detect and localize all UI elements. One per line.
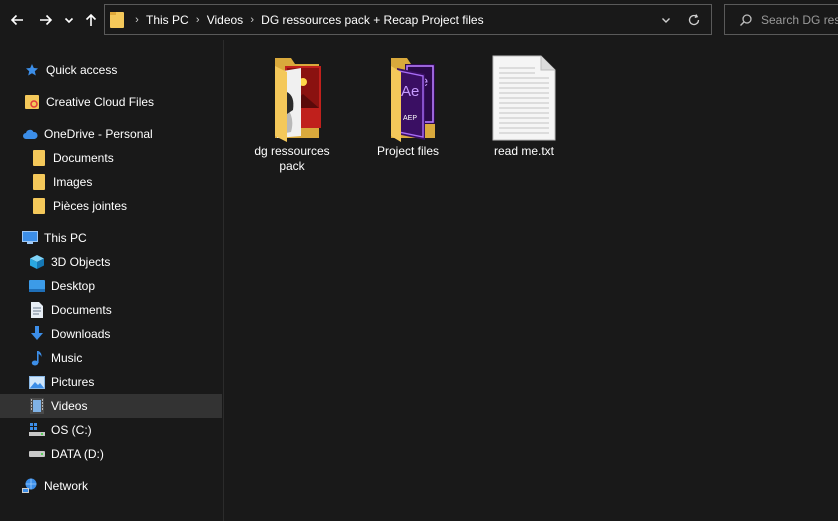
up-button[interactable] (80, 8, 102, 32)
sidebar-item-3d-objects[interactable]: 3D Objects (0, 250, 222, 274)
monitor-icon (22, 230, 38, 246)
sidebar-item-label: Music (51, 351, 83, 365)
chevron-right-icon[interactable]: › (189, 14, 207, 26)
sidebar-item-network[interactable]: Network (0, 474, 222, 498)
sidebar-item-label: OneDrive - Personal (44, 127, 153, 141)
sidebar-item-label: Desktop (51, 279, 96, 293)
folder-icon (110, 11, 124, 29)
picture-icon (29, 374, 45, 390)
sidebar-item-label: Creative Cloud Files (46, 95, 155, 109)
after-effects-folder-icon: Ae Ae AEP (373, 54, 443, 142)
svg-text:AEP: AEP (403, 115, 417, 122)
file-item-label: dg ressources pack (254, 144, 330, 173)
folder-icon (31, 174, 47, 190)
sidebar-item-label: Pictures (51, 375, 95, 389)
chevron-right-icon[interactable]: › (243, 14, 261, 26)
sidebar-item-onedrive-pieces-jointes[interactable]: Pièces jointes (0, 194, 222, 218)
windows-drive-icon (29, 422, 45, 438)
sidebar-item-onedrive[interactable]: OneDrive - Personal (0, 122, 222, 146)
sidebar-item-label: Documents (51, 303, 112, 317)
file-item-dg-ressources-pack[interactable]: dg ressources pack (242, 54, 342, 174)
arrow-right-icon (40, 14, 53, 26)
breadcrumb-videos[interactable]: Videos (207, 13, 243, 27)
navigation-pane: Quick access Creative Cloud Files OneDri… (0, 40, 224, 521)
svg-text:Ae: Ae (401, 83, 419, 100)
folder-preview-icon (257, 54, 327, 142)
sidebar-item-data-d[interactable]: DATA (D:) (0, 442, 222, 466)
file-item-label: read me.txt (493, 144, 555, 158)
cloud-icon (22, 126, 38, 142)
chevron-down-icon (64, 17, 74, 24)
drive-icon (29, 446, 45, 462)
sidebar-item-pictures[interactable]: Pictures (0, 370, 222, 394)
sidebar-item-label: Images (53, 175, 93, 189)
arrow-up-icon (85, 13, 97, 26)
sidebar-item-desktop[interactable]: Desktop (0, 274, 222, 298)
sidebar-item-label: OS (C:) (51, 423, 92, 437)
sidebar-item-creative-cloud-files[interactable]: Creative Cloud Files (0, 90, 222, 114)
file-list: dg ressources pack Ae Ae AEP Project fil… (225, 40, 838, 521)
folder-icon (31, 198, 47, 214)
sidebar-item-label: DATA (D:) (51, 447, 104, 461)
sidebar-item-quick-access[interactable]: Quick access (0, 58, 222, 82)
download-icon (29, 326, 45, 342)
sidebar-item-label: Documents (53, 151, 114, 165)
desktop-icon (29, 278, 45, 294)
recent-locations-button[interactable] (59, 8, 79, 32)
address-bar[interactable]: › This PC › Videos › DG ressources pack … (104, 4, 712, 35)
sidebar-item-label: Network (44, 479, 89, 493)
document-icon (29, 302, 45, 318)
sidebar-item-label: Quick access (46, 63, 118, 77)
sidebar-item-label: Downloads (51, 327, 111, 341)
text-file-icon (489, 54, 559, 142)
search-box[interactable]: Search DG ressources pack + Recap Projec… (724, 4, 838, 35)
sidebar-item-label: Videos (51, 399, 88, 413)
breadcrumb-current-folder[interactable]: DG ressources pack + Recap Project files (261, 13, 483, 27)
sidebar-item-label: 3D Objects (51, 255, 111, 269)
search-input[interactable]: Search DG ressources pack + Recap Projec… (761, 13, 838, 27)
file-item-project-files[interactable]: Ae Ae AEP Project files (358, 54, 458, 159)
file-item-label: Project files (376, 144, 440, 158)
creative-cloud-folder-icon (24, 94, 40, 110)
breadcrumb: › This PC › Videos › DG ressources pack … (128, 5, 483, 34)
sidebar-item-label: Pièces jointes (53, 199, 128, 213)
arrow-left-icon (10, 14, 23, 26)
search-icon (740, 13, 752, 26)
sidebar-item-music[interactable]: Music (0, 346, 222, 370)
sidebar-item-onedrive-images[interactable]: Images (0, 170, 222, 194)
chevron-down-icon (662, 18, 670, 23)
sidebar-item-this-pc[interactable]: This PC (0, 226, 222, 250)
sidebar-item-label: This PC (44, 231, 87, 245)
sidebar-item-downloads[interactable]: Downloads (0, 322, 222, 346)
cube-icon (29, 254, 45, 270)
address-history-button[interactable] (657, 11, 675, 29)
refresh-button[interactable] (685, 11, 703, 29)
forward-button[interactable] (35, 8, 57, 32)
file-item-read-me-txt[interactable]: read me.txt (474, 54, 574, 159)
chevron-right-icon[interactable]: › (128, 14, 146, 26)
folder-icon (31, 150, 47, 166)
network-icon (22, 478, 38, 494)
back-button[interactable] (6, 8, 28, 32)
title-bar: › This PC › Videos › DG ressources pack … (0, 0, 838, 40)
sidebar-item-videos[interactable]: Videos (0, 394, 222, 418)
sidebar-item-os-c[interactable]: OS (C:) (0, 418, 222, 442)
refresh-icon (688, 14, 700, 26)
star-icon (24, 62, 40, 78)
music-note-icon (29, 350, 45, 366)
film-icon (29, 398, 45, 414)
sidebar-item-documents[interactable]: Documents (0, 298, 222, 322)
sidebar-item-onedrive-documents[interactable]: Documents (0, 146, 222, 170)
breadcrumb-this-pc[interactable]: This PC (146, 13, 189, 27)
